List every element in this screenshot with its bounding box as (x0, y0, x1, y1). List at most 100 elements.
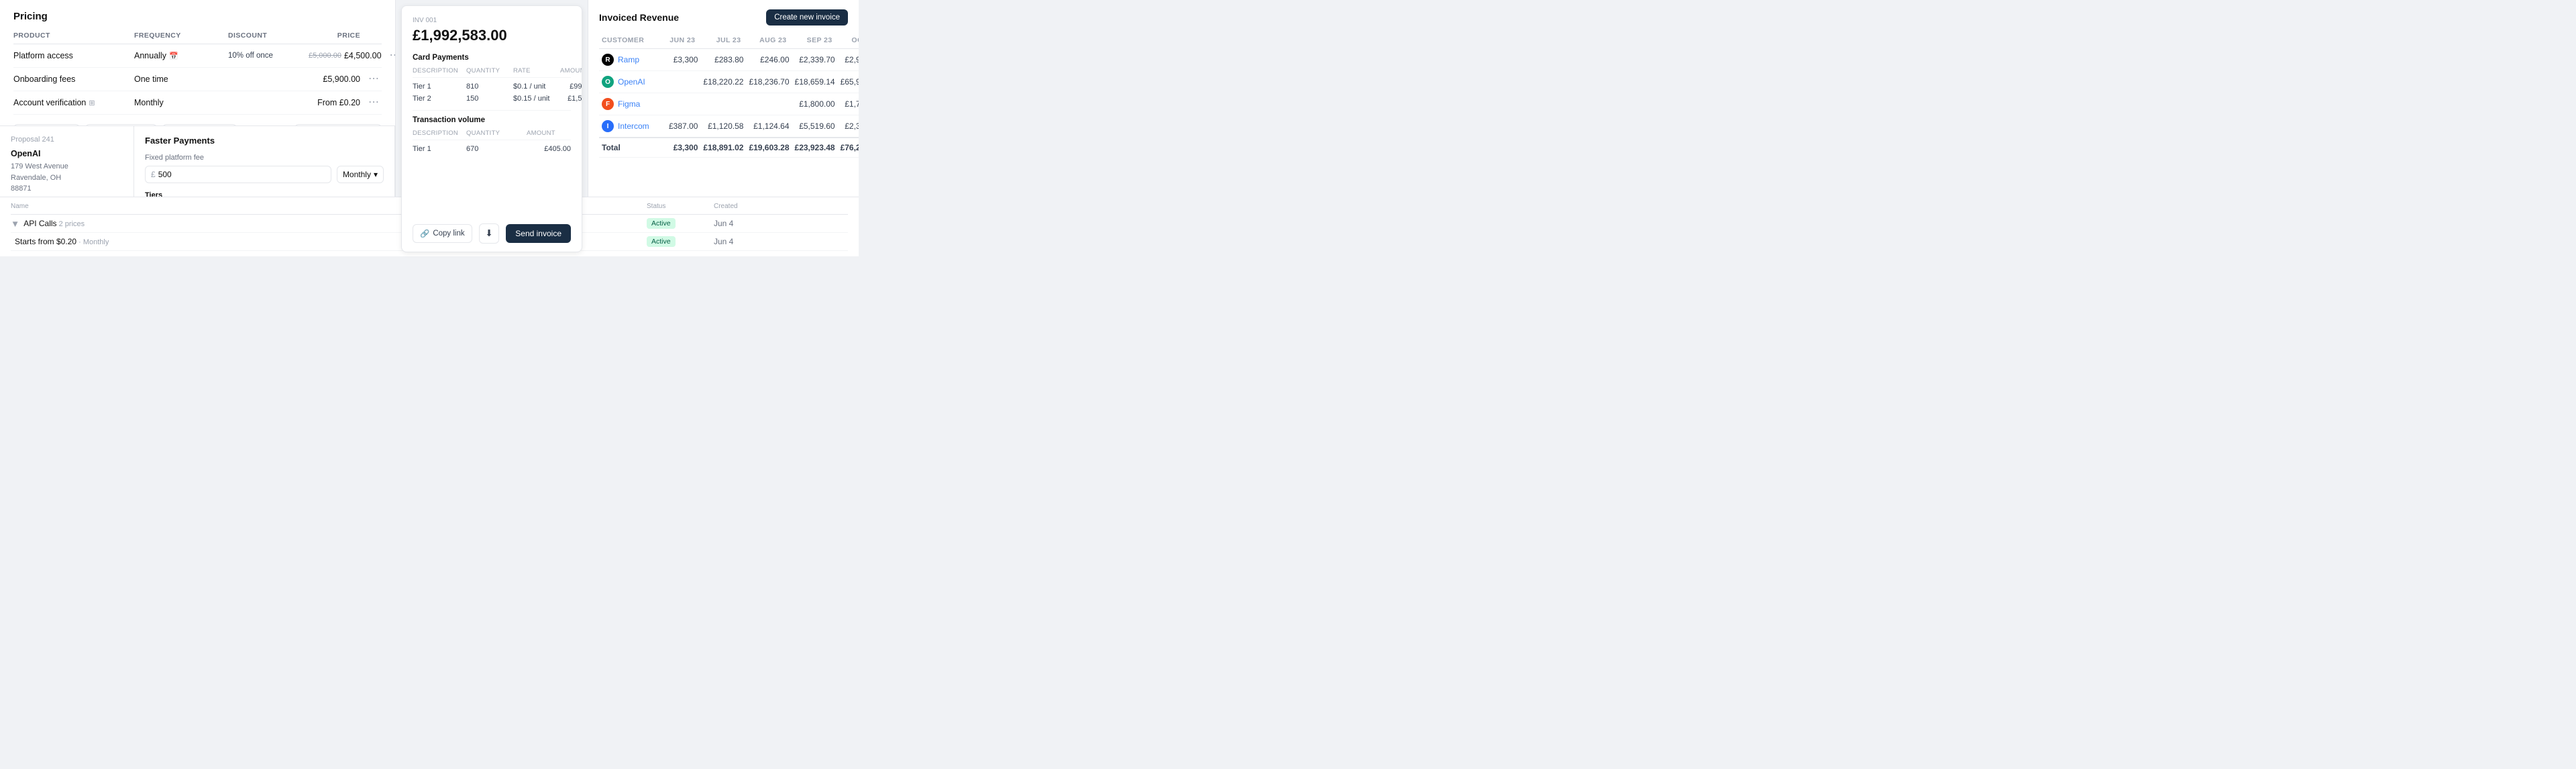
row-jun-0: £3,300 (666, 49, 700, 71)
revenue-row-ramp: R Ramp £3,300 £283.80 £246.00 £2,339.70 … (599, 49, 859, 71)
customer-link-figma[interactable]: Figma (618, 99, 640, 109)
customer-link-ramp[interactable]: Ramp (618, 55, 639, 64)
transaction-header: DESCRIPTION QUANTITY AMOUNT (413, 130, 571, 140)
card-payments-header: DESCRIPTION QUANTITY RATE AMOUNT (413, 67, 571, 78)
row-jul-3: £1,120.58 (700, 115, 746, 138)
txn-row-tier1: Tier 1 670 £405.00 (413, 143, 571, 155)
create-invoice-label: Create new invoice (774, 13, 840, 21)
faster-payments-title: Faster Payments (145, 136, 384, 146)
prices-list-rows: ▼ API Calls 2 prices Active Jun 4 Starts… (588, 215, 848, 251)
prices-list-row-1: Starts from $0.20 · Monthly Active Jun 4 (588, 233, 848, 251)
invoice-actions: 🔗 Copy link ⬇ Send invoice (413, 223, 571, 244)
currency-symbol: £ (151, 170, 156, 179)
inv-col-rate: RATE (513, 67, 560, 74)
transaction-volume-title: Transaction volume (413, 116, 571, 124)
invoiced-revenue-panel: Invoiced Revenue Create new invoice CUST… (588, 0, 859, 256)
customer-cell-intercom: I Intercom (599, 115, 666, 138)
invoice-panel: INV 001 £1,992,583.00 Card Payments DESC… (401, 5, 582, 252)
price-cell-onboarding: £5,900.00 (309, 74, 366, 84)
row-jun-1 (666, 71, 700, 93)
customer-link-openai[interactable]: OpenAI (618, 77, 645, 87)
frequency-monthly: Monthly (134, 98, 228, 107)
download-button[interactable]: ⬇ (479, 223, 498, 244)
row-aug-2 (746, 93, 792, 115)
row-menu-account[interactable]: ⋯ (366, 97, 382, 108)
revenue-title: Invoiced Revenue (599, 12, 679, 23)
proposal-company: OpenAI (11, 149, 123, 158)
total-label: Total (599, 138, 666, 158)
download-icon: ⬇ (485, 228, 492, 238)
customer-logo-openai: O (602, 76, 614, 88)
frequency-onetime: One time (134, 74, 228, 84)
col-actions (366, 32, 382, 40)
customer-cell-ramp: R Ramp (599, 49, 666, 71)
main-layout: Pricing PRODUCT FREQUENCY DISCOUNT PRICE… (0, 0, 859, 256)
revenue-row-intercom: I Intercom £387.00 £1,120.58 £1,124.64 £… (599, 115, 859, 138)
frequency-label: Monthly (343, 170, 371, 179)
row-oct-3: £2,304.30 (838, 115, 859, 138)
col-product: PRODUCT (13, 32, 134, 40)
total-oct: £76,244.36 (838, 138, 859, 158)
link-icon: 🔗 (420, 229, 429, 238)
row-menu-onboarding[interactable]: ⋯ (366, 74, 382, 85)
frequency-annually: Annually 📅 (134, 51, 228, 60)
card-tier1-desc: Tier 1 (413, 83, 466, 91)
txn-col-qty: QUANTITY (466, 130, 527, 137)
txn-col-amt: AMOUNT (527, 130, 571, 137)
row-sep-1: £18,659.14 (792, 71, 838, 93)
row-jun-3: £387.00 (666, 115, 700, 138)
row-menu-platform[interactable]: ⋯ (387, 50, 396, 61)
inv-col-qty: QUANTITY (466, 67, 513, 74)
customer-logo-intercom: I (602, 120, 614, 132)
customer-cell-figma: F Figma (599, 93, 666, 115)
revenue-total-row: Total £3,300 £18,891.02 £19,603.28 £23,9… (599, 138, 859, 158)
customer-cell-openai: O OpenAI (599, 71, 666, 93)
row-oct-1: £65,999.16 (838, 71, 859, 93)
col-discount: DISCOUNT (228, 32, 309, 40)
product-name-account: Account verification ⊞ (13, 98, 134, 107)
card-tier2-amt: £1,567.98 (560, 95, 582, 103)
platform-fee-input[interactable]: £ 500 (145, 166, 331, 183)
price-val-onboarding: £5,900.00 (323, 74, 360, 84)
row-aug-1: £18,236.70 (746, 71, 792, 93)
card-tier1-qty: 810 (466, 83, 513, 91)
txn-tier1-amt: £405.00 (527, 145, 571, 153)
card-row-tier2: Tier 2 150 $0.15 / unit £1,567.98 (413, 93, 571, 105)
card-tier1-amt: £999,000 (560, 83, 582, 91)
product-name-platform: Platform access (13, 51, 134, 60)
frequency-select[interactable]: Monthly ▾ (337, 166, 384, 183)
product-name-onboarding: Onboarding fees (13, 74, 134, 84)
row-sep-0: £2,339.70 (792, 49, 838, 71)
calendar-icon: 📅 (169, 52, 178, 60)
rev-col-sep: SEP 23 (792, 34, 838, 49)
copy-link-button[interactable]: 🔗 Copy link (413, 224, 472, 243)
price-row-status-1: Active (647, 236, 714, 247)
card-row-tier1: Tier 1 810 $0.1 / unit £999,000 (413, 81, 571, 93)
revenue-row-openai: O OpenAI £18,220.22 £18,236.70 £18,659.1… (599, 71, 859, 93)
platform-fee-label: Fixed platform fee (145, 154, 384, 162)
pricing-title: Pricing (13, 11, 382, 22)
revenue-table-header-row: CUSTOMER JUN 23 JUL 23 AUG 23 SEP 23 OCT… (599, 34, 859, 49)
rev-col-aug: AUG 23 (746, 34, 792, 49)
pricing-row-platform: Platform access Annually 📅 10% off once … (13, 44, 382, 68)
status-badge-0: Active (647, 218, 676, 229)
price-row-created-1: Jun 4 (714, 237, 781, 246)
pricing-table-header: PRODUCT FREQUENCY DISCOUNT PRICE (13, 32, 382, 44)
total-jul: £18,891.02 (700, 138, 746, 158)
col-frequency: FREQUENCY (134, 32, 228, 40)
create-invoice-button[interactable]: Create new invoice (766, 9, 848, 25)
card-tier2-qty: 150 (466, 95, 513, 103)
row-oct-0: £2,978.40 (838, 49, 859, 71)
inv-col-desc: DESCRIPTION (413, 67, 466, 74)
price-row-name-1: Starts from $0.20 · Monthly (588, 237, 647, 246)
customer-link-intercom[interactable]: Intercom (618, 121, 649, 131)
card-tier2-desc: Tier 2 (413, 95, 466, 103)
prices-col-extra (781, 203, 848, 210)
row-jul-2 (700, 93, 746, 115)
price-row-name-0: ▼ API Calls 2 prices (588, 219, 647, 229)
prices-col-name: Name (588, 203, 647, 210)
card-tier1-rate: $0.1 / unit (513, 83, 560, 91)
revenue-header: Invoiced Revenue Create new invoice (599, 9, 848, 25)
total-sep: £23,923.48 (792, 138, 838, 158)
send-invoice-button[interactable]: Send invoice (506, 224, 571, 243)
